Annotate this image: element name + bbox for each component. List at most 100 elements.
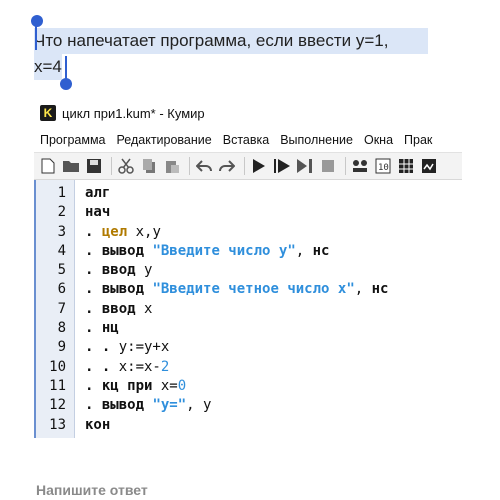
code-token: ввод	[101, 262, 136, 279]
code-token: x,y	[127, 223, 161, 240]
code-token: цел	[101, 223, 128, 240]
code-editor[interactable]: 1 2 3 4 5 6 7 8 9 10 11 12 13 алг нач. цел x,y. вывод…	[34, 180, 464, 438]
code-line: нач	[85, 203, 464, 222]
code-token: .	[85, 262, 102, 279]
code-token: .	[85, 320, 102, 337]
line-number: 9	[57, 339, 66, 356]
code-token: .	[85, 377, 102, 394]
code-token: x	[135, 300, 153, 317]
code-token: при	[127, 377, 153, 394]
new-file-icon[interactable]	[38, 157, 58, 175]
code-token: .	[85, 397, 102, 414]
toolbar: 10	[34, 152, 462, 180]
line-number: 5	[57, 262, 66, 279]
code-token: "y="	[152, 397, 187, 414]
code-line: . цел x,y	[85, 223, 464, 242]
code-token: вывод	[101, 281, 145, 298]
variables-icon[interactable]	[350, 157, 370, 175]
menu-run[interactable]: Выполнение	[280, 133, 353, 147]
code-token: x:=x-	[118, 358, 161, 375]
toolbar-separator	[244, 157, 245, 175]
code-line: . ввод y	[85, 261, 464, 280]
kumir-window: K цикл при1.kum* - Кумир Программа Редак…	[34, 98, 464, 438]
menu-practice[interactable]: Прак	[404, 133, 432, 147]
code-token: нач	[85, 204, 111, 221]
menu-program[interactable]: Программа	[40, 133, 106, 147]
code-token: y	[135, 262, 153, 279]
menu-windows[interactable]: Окна	[364, 133, 393, 147]
open-folder-icon[interactable]	[61, 157, 81, 175]
paste-icon[interactable]	[162, 157, 182, 175]
code-line: . . x:=x-2	[85, 358, 464, 377]
code-token: "Введите четное число x"	[152, 281, 355, 298]
code-token: вывод	[101, 242, 145, 259]
code-token: "Введите число y"	[152, 242, 296, 259]
undo-icon[interactable]	[194, 157, 214, 175]
toolbar-separator	[189, 157, 190, 175]
stop-icon[interactable]	[318, 157, 338, 175]
code-token: кц	[101, 377, 119, 394]
code-token: .	[85, 281, 102, 298]
line-number: 10	[49, 358, 66, 375]
code-token: .	[85, 242, 102, 259]
menu-bar: Программа Редактирование Вставка Выполне…	[34, 128, 462, 152]
code-area[interactable]: алг нач. цел x,y. вывод "Введите число y"…	[75, 180, 464, 438]
window-titlebar: K цикл при1.kum* - Кумир	[34, 98, 462, 128]
code-token: .	[85, 300, 102, 317]
selection-end-handle[interactable]	[60, 78, 72, 90]
line-number: 12	[49, 397, 66, 414]
console-icon[interactable]: 10	[373, 157, 393, 175]
line-number: 11	[49, 377, 66, 394]
menu-edit[interactable]: Редактирование	[117, 133, 212, 147]
cut-icon[interactable]	[116, 157, 136, 175]
question-line-2: x=4	[34, 54, 62, 80]
menu-insert[interactable]: Вставка	[223, 133, 269, 147]
step-run-icon[interactable]	[272, 157, 292, 175]
line-number: 13	[49, 416, 66, 433]
line-number: 1	[57, 185, 66, 201]
line-number: 7	[57, 300, 66, 317]
code-token: 2	[160, 358, 170, 375]
code-token: нс	[312, 242, 330, 259]
code-line: . вывод "Введите число y", нс	[85, 242, 464, 261]
window-title: цикл при1.kum* - Кумир	[62, 105, 205, 121]
code-token: x=	[152, 377, 178, 394]
toolbar-separator	[111, 157, 112, 175]
code-token: . .	[85, 358, 119, 375]
save-icon[interactable]	[84, 157, 104, 175]
code-line: кон	[85, 416, 464, 435]
code-line: . нц	[85, 319, 464, 338]
code-token: нц	[101, 320, 119, 337]
code-line: . ввод x	[85, 300, 464, 319]
code-line: . вывод "Введите четное число x", нс	[85, 280, 464, 299]
code-token: ,	[295, 242, 313, 259]
code-line: . вывод "y=", y	[85, 396, 464, 415]
code-token: вывод	[101, 397, 145, 414]
redo-icon[interactable]	[217, 157, 237, 175]
line-number: 4	[57, 242, 66, 259]
line-number: 6	[57, 281, 66, 298]
code-line: алг	[85, 184, 464, 203]
line-number: 2	[57, 204, 66, 221]
robot-icon[interactable]	[419, 157, 439, 175]
svg-text:10: 10	[378, 163, 389, 173]
code-token: ,	[354, 281, 372, 298]
step-over-icon[interactable]	[295, 157, 315, 175]
code-token: , y	[186, 397, 212, 414]
table-icon[interactable]	[396, 157, 416, 175]
code-token: алг	[85, 185, 111, 201]
question-text: Что напечатает программа, если ввести y=…	[34, 28, 462, 80]
selection-start-handle[interactable]	[31, 15, 43, 27]
code-token: y:=y+x	[118, 339, 170, 356]
run-icon[interactable]	[249, 157, 269, 175]
code-token: нс	[371, 281, 389, 298]
toolbar-separator	[345, 157, 346, 175]
code-token: .	[85, 223, 102, 240]
kumir-app-icon: K	[40, 105, 56, 121]
answer-label: Напишите ответ	[36, 482, 148, 498]
copy-icon[interactable]	[139, 157, 159, 175]
code-line: . кц при x=0	[85, 377, 464, 396]
code-token: 0	[177, 377, 187, 394]
code-token: кон	[85, 416, 111, 433]
